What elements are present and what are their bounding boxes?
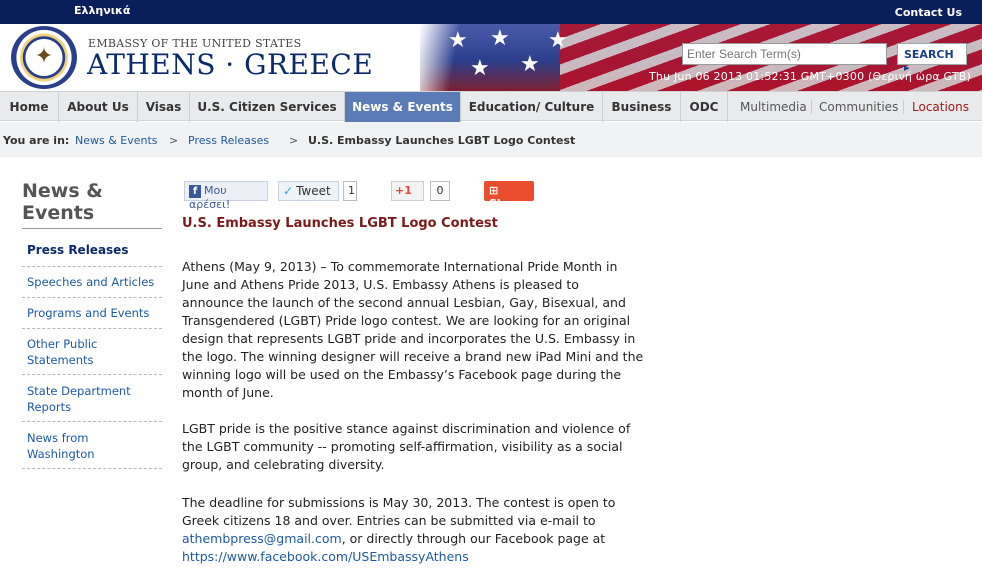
sidebar-item-other-public-statements[interactable]: Other Public Statements: [22, 336, 162, 375]
article-paragraph-3-text-b: , or directly through our Facebook page …: [341, 531, 606, 546]
sidebar-item-news-from-washington[interactable]: News from Washington: [22, 430, 162, 469]
email-link[interactable]: athembpress@gmail.com: [182, 531, 342, 546]
nav-about-us[interactable]: About Us: [59, 92, 138, 122]
breadcrumb-separator: >: [289, 134, 299, 147]
facebook-icon: f: [189, 185, 201, 198]
search-button[interactable]: SEARCH ▸: [897, 43, 967, 74]
article-paragraph-3: The deadline for submissions is May 30, …: [182, 494, 644, 566]
nav-locations[interactable]: Locations: [912, 100, 969, 114]
share-plus-icon: ⊞: [489, 184, 499, 197]
nav-communities[interactable]: Communities: [819, 100, 898, 114]
twitter-bird-icon: ✓: [283, 184, 294, 198]
breadcrumb-press-releases[interactable]: Press Releases: [188, 134, 269, 147]
embassy-title[interactable]: ATHENS · GREECE: [87, 48, 373, 81]
star-icon: ★: [548, 28, 568, 53]
sidebar-divider: [22, 228, 162, 229]
facebook-page-link[interactable]: https://www.facebook.com/USEmbassyAthens: [182, 549, 469, 564]
star-icon: ★: [470, 56, 490, 81]
sidebar-item-press-releases[interactable]: Press Releases: [22, 242, 162, 267]
nav-divider: [811, 100, 812, 114]
sidebar-title: News & Events: [22, 180, 103, 224]
breadcrumb-current: U.S. Embassy Launches LGBT Logo Contest: [308, 134, 576, 147]
google-plus-button[interactable]: +1: [391, 181, 424, 201]
article-paragraph-3-text: The deadline for submissions is May 30, …: [182, 495, 616, 528]
nav-home[interactable]: Home: [0, 92, 59, 122]
tweet-button[interactable]: ✓ Tweet: [278, 181, 339, 201]
nav-us-citizen-services[interactable]: U.S. Citizen Services: [190, 92, 345, 122]
language-link[interactable]: Ελληνικά: [74, 4, 130, 17]
star-icon: ★: [490, 26, 510, 51]
breadcrumb-news-events[interactable]: News & Events: [75, 134, 158, 147]
breadcrumb-separator: >: [169, 134, 179, 147]
contact-us-link[interactable]: Contact Us: [895, 6, 962, 19]
tweet-count: 1: [343, 181, 357, 201]
article-title: U.S. Embassy Launches LGBT Logo Contest: [182, 216, 498, 231]
search-button-label: SEARCH: [904, 48, 954, 61]
nav-odc[interactable]: ODC: [681, 92, 728, 122]
article-paragraph-2: LGBT pride is the positive stance agains…: [182, 421, 631, 472]
star-icon: ★: [448, 28, 468, 53]
facebook-like-button[interactable]: f Μου αρέσει!: [184, 181, 268, 211]
sidebar-item-state-department-reports[interactable]: State Department Reports: [22, 383, 162, 422]
nav-business[interactable]: Business: [603, 92, 681, 122]
google-plus-count: 0: [430, 181, 450, 201]
google-plus-label: +1: [395, 184, 412, 197]
article-paragraph-1: Athens (May 9, 2013) – To commemorate In…: [182, 259, 644, 400]
main-nav: Home About Us Visas U.S. Citizen Service…: [0, 91, 982, 122]
share-label: Share: [489, 197, 526, 210]
nav-visas[interactable]: Visas: [138, 92, 190, 122]
breadcrumb-label: You are in:: [3, 134, 70, 147]
nav-multimedia[interactable]: Multimedia: [740, 100, 807, 114]
nav-divider: [903, 100, 904, 114]
sidebar-item-programs-events[interactable]: Programs and Events: [22, 305, 162, 329]
current-datetime: Thu Jun 06 2013 01:52:31 GMT+0300 (Θεριν…: [649, 70, 972, 83]
breadcrumb: You are in: News & Events > Press Releas…: [0, 122, 982, 157]
embassy-seal-logo[interactable]: ✦: [11, 26, 77, 89]
top-utility-bar: Ελληνικά Contact Us: [0, 0, 982, 24]
nav-education-culture[interactable]: Education/ Culture: [461, 92, 603, 122]
eagle-icon: ✦: [34, 44, 54, 69]
tweet-label: Tweet: [296, 184, 331, 198]
site-header: ✦ EMBASSY OF THE UNITED STATES ATHENS · …: [0, 24, 982, 91]
search-input[interactable]: [682, 43, 887, 65]
share-button[interactable]: ⊞ Share: [484, 181, 534, 210]
star-icon: ★: [520, 52, 540, 77]
nav-news-events[interactable]: News & Events: [345, 92, 461, 122]
sidebar-item-speeches-articles[interactable]: Speeches and Articles: [22, 274, 162, 298]
